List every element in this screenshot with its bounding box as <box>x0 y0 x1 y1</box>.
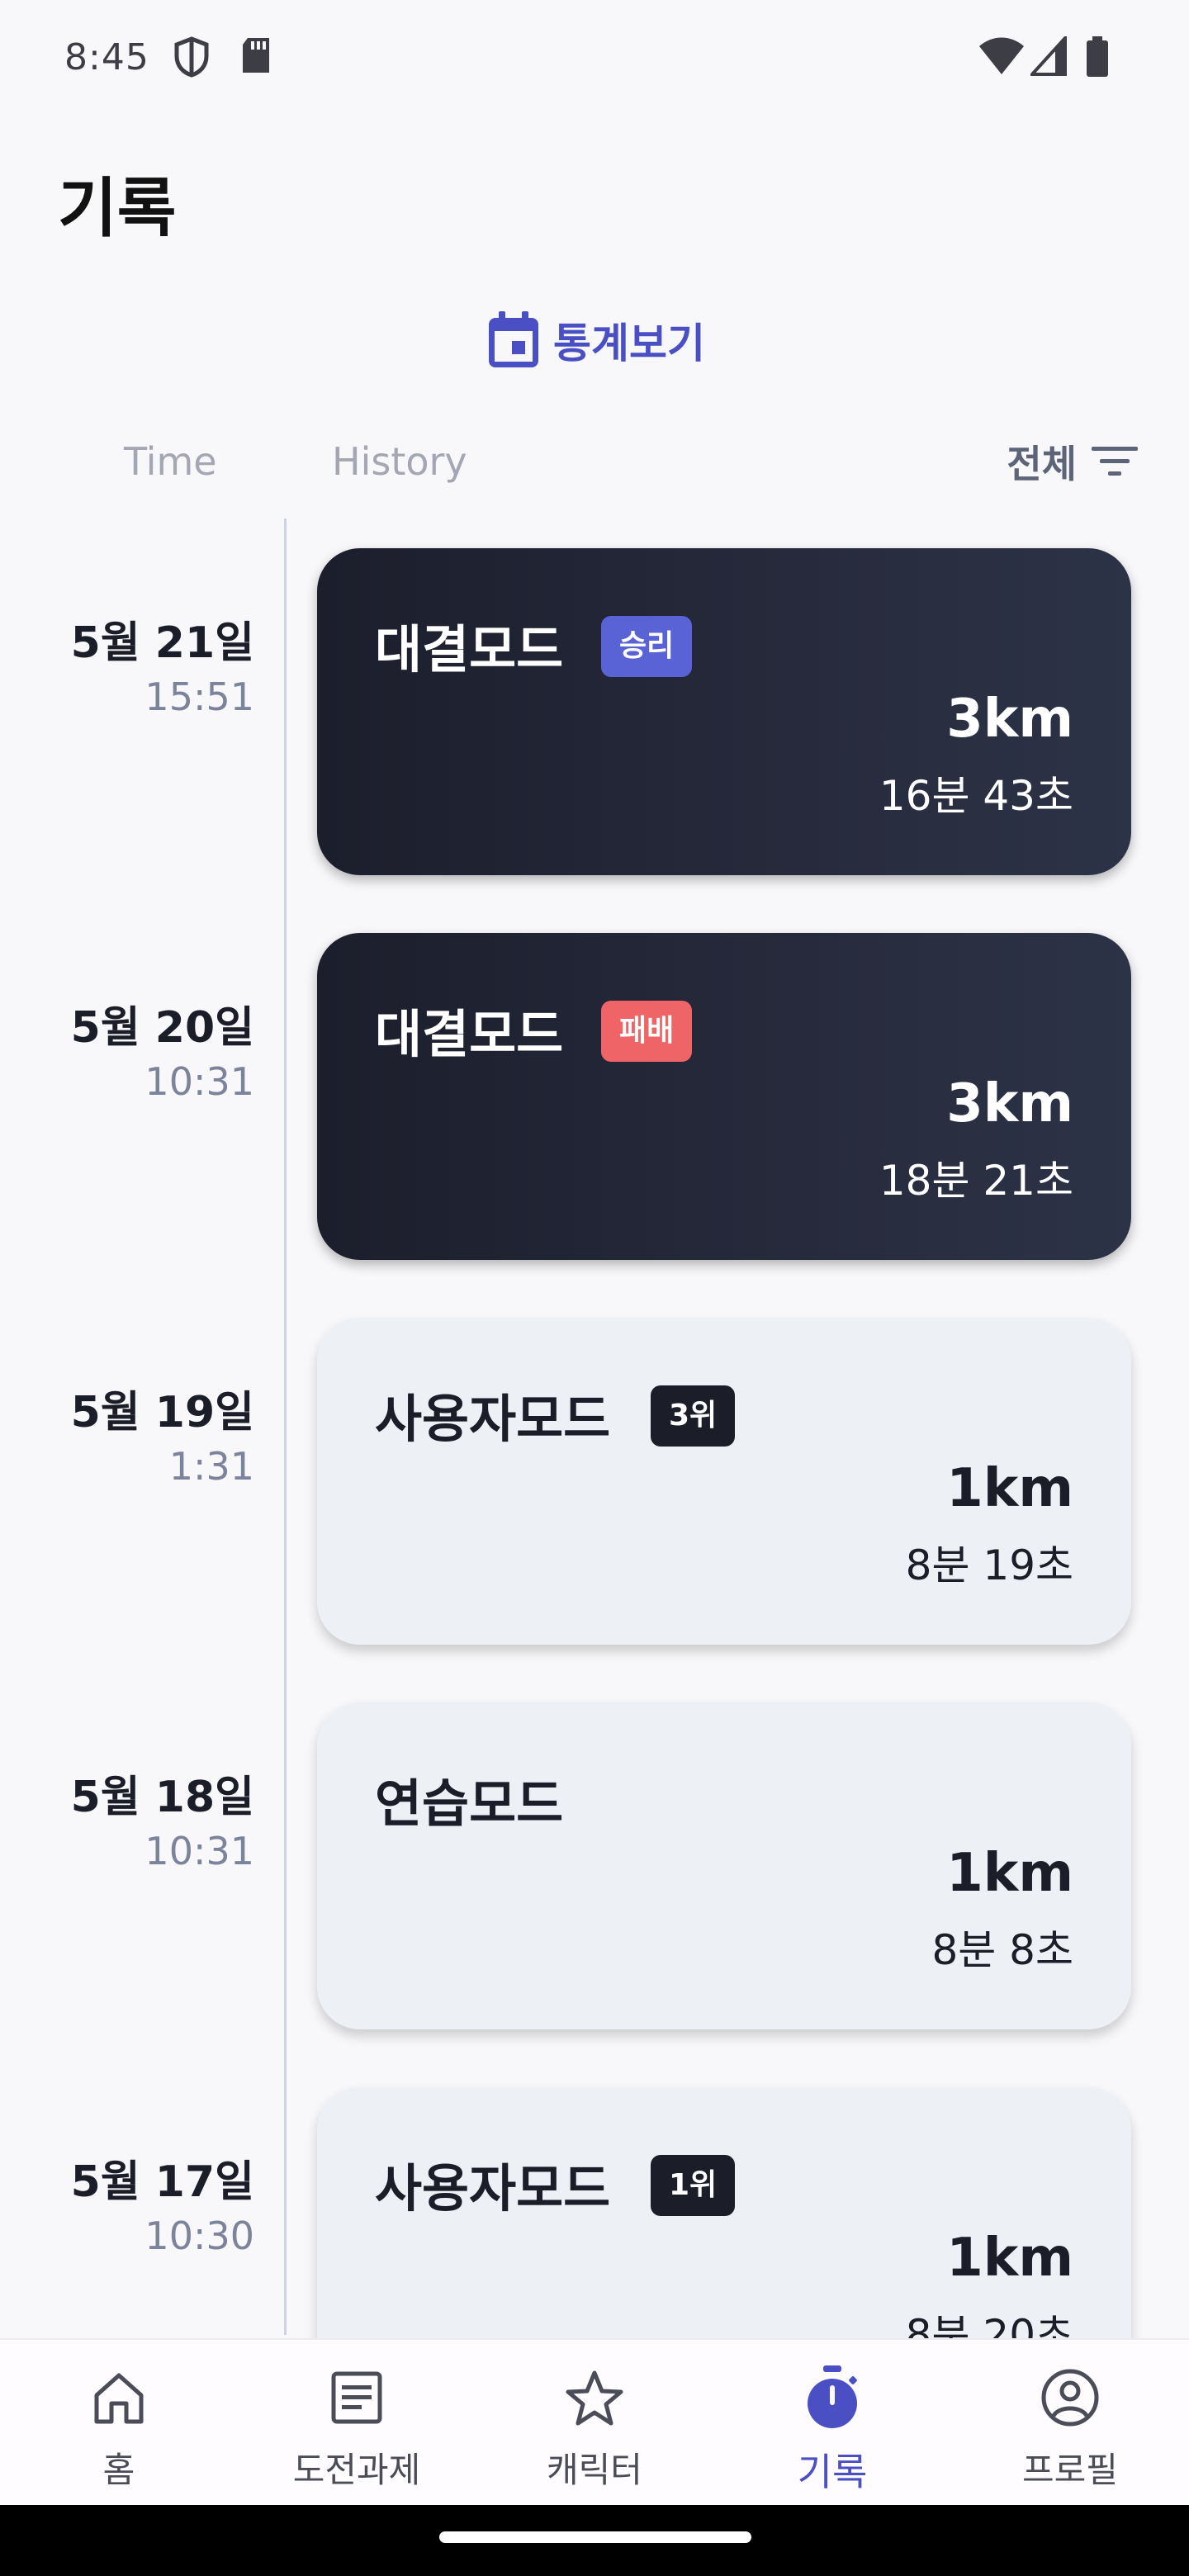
filter-icon <box>1092 447 1138 476</box>
card-mode: 대결모드 <box>375 1004 564 1064</box>
entry-date: 5월 17일 10:30 <box>71 2147 254 2258</box>
status-time: 8:45 <box>64 36 149 78</box>
entry-date: 5월 20일 10:31 <box>71 992 254 1104</box>
wifi-icon <box>979 37 1024 74</box>
card-mode: 연습모드 <box>375 1773 564 1834</box>
nav-records[interactable]: 기록 <box>750 2363 915 2497</box>
result-badge: 패배 <box>601 1001 693 1062</box>
nav-challenges[interactable]: 도전과제 <box>274 2363 439 2493</box>
rank-badge: 1위 <box>651 2155 736 2216</box>
card-distance: 3km <box>946 1073 1073 1134</box>
nav-home-label: 홈 <box>102 2450 135 2490</box>
battery-icon <box>1087 36 1108 77</box>
sd-card-icon <box>243 38 269 73</box>
filter-label: 전체 <box>1007 442 1077 486</box>
entry-day: 5월 21일 <box>70 618 254 668</box>
record-card[interactable]: 대결모드 승리 3km 16분 43초 <box>317 548 1131 875</box>
result-badge: 승리 <box>601 616 693 677</box>
card-duration: 8분 19초 <box>905 1541 1073 1589</box>
nav-profile-label: 프로필 <box>1022 2450 1118 2490</box>
filter-button[interactable]: 전체 <box>1007 434 1138 489</box>
entry-day: 5월 18일 <box>70 1773 254 1822</box>
profile-icon <box>1041 2369 1099 2427</box>
nav-character[interactable]: 캐릭터 <box>512 2363 677 2493</box>
shield-icon <box>174 36 209 78</box>
home-gesture-handle[interactable] <box>439 2531 751 2543</box>
entry-time: 15:51 <box>144 675 254 719</box>
bottom-nav: 홈 도전과제 캐릭터 기록 프로필 <box>0 2338 1189 2505</box>
card-distance: 1km <box>946 2228 1073 2289</box>
record-card[interactable]: 사용자모드 3위 1km 8분 19초 <box>317 1318 1131 1645</box>
status-bar: 8:45 <box>0 0 1189 124</box>
record-card[interactable]: 대결모드 패배 3km 18분 21초 <box>317 933 1131 1260</box>
card-mode: 대결모드 <box>375 619 564 680</box>
card-duration: 18분 21초 <box>879 1157 1073 1205</box>
column-header-time: Time <box>124 439 217 484</box>
entry-day: 5월 19일 <box>70 1388 254 1437</box>
entry-time: 10:31 <box>144 1829 254 1873</box>
entry-date: 5월 18일 10:31 <box>71 1762 254 1873</box>
entry-time: 1:31 <box>168 1444 254 1489</box>
card-mode: 사용자모드 <box>375 1389 611 1449</box>
card-duration: 16분 43초 <box>879 772 1073 820</box>
nav-challenges-label: 도전과제 <box>292 2450 421 2490</box>
stopwatch-icon <box>808 2365 857 2428</box>
entry-date: 5월 19일 1:31 <box>71 1377 254 1489</box>
nav-home[interactable]: 홈 <box>36 2363 201 2493</box>
nav-character-label: 캐릭터 <box>547 2450 642 2490</box>
card-mode: 사용자모드 <box>375 2158 611 2218</box>
card-duration: 8분 8초 <box>931 1926 1073 1974</box>
timeline-line <box>284 519 287 2335</box>
cell-signal-icon <box>1030 36 1067 76</box>
stats-link[interactable]: 통계보기 <box>487 310 705 370</box>
rank-badge: 3위 <box>651 1385 736 1447</box>
nav-profile[interactable]: 프로필 <box>988 2363 1153 2493</box>
home-icon <box>94 2373 144 2424</box>
star-icon <box>566 2370 623 2426</box>
calendar-icon <box>489 311 538 367</box>
entry-day: 5월 20일 <box>70 1003 254 1053</box>
record-card[interactable]: 연습모드 1km 8분 8초 <box>317 1702 1131 2029</box>
card-distance: 1km <box>946 1843 1073 1904</box>
entry-time: 10:31 <box>144 1059 254 1104</box>
stats-label: 통계보기 <box>553 320 705 367</box>
nav-records-label: 기록 <box>797 2450 868 2494</box>
entry-date: 5월 21일 15:51 <box>71 608 254 719</box>
card-distance: 3km <box>946 689 1073 750</box>
document-icon <box>331 2371 382 2424</box>
entry-day: 5월 17일 <box>70 2157 254 2207</box>
system-gesture-bar <box>0 2505 1189 2576</box>
entry-time: 10:30 <box>144 2214 254 2258</box>
card-distance: 1km <box>946 1458 1073 1519</box>
column-header-history: History <box>332 439 467 484</box>
page-title: 기록 <box>58 172 177 246</box>
